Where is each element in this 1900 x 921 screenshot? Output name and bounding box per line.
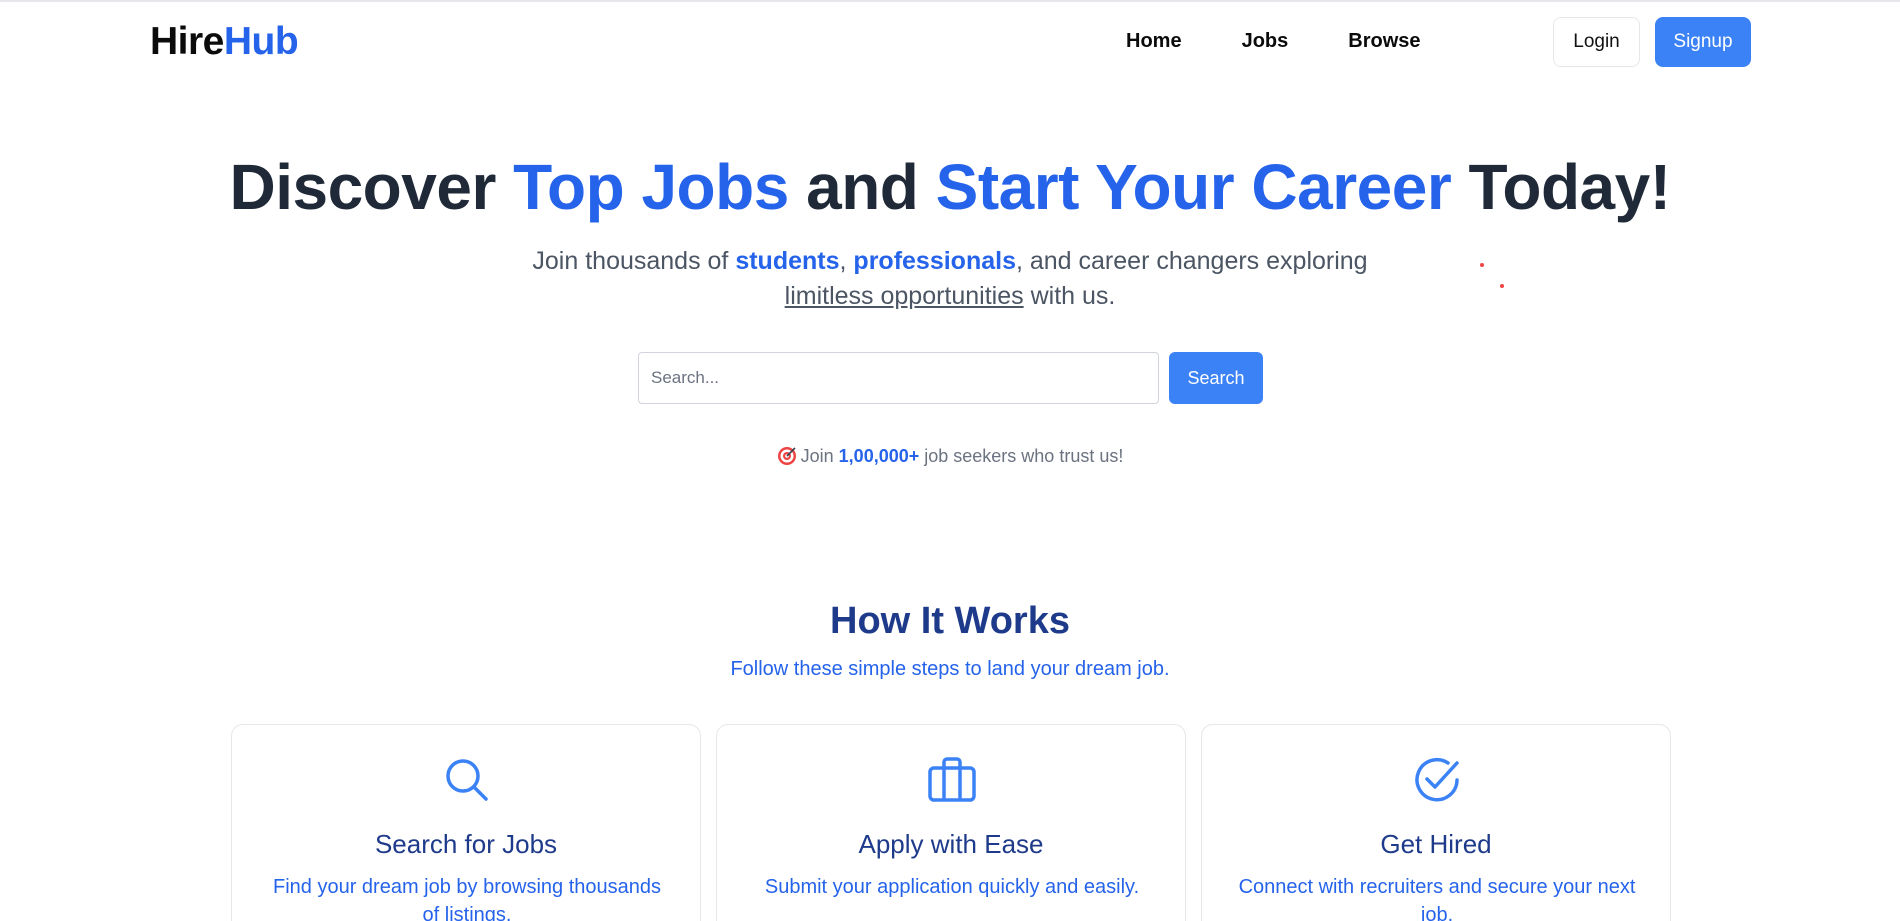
hero-sub-professionals: professionals (853, 247, 1016, 275)
check-circle-icon (1415, 757, 1459, 802)
signup-button[interactable]: Signup (1655, 17, 1751, 67)
login-button[interactable]: Login (1553, 17, 1640, 67)
search-icon (446, 759, 488, 801)
trust-line: Join 1,00,000+ job seekers who trust us! (0, 446, 1900, 467)
step-card-description: Submit your application quickly and easi… (764, 876, 1140, 898)
nav-links: Home Jobs Browse (1126, 30, 1421, 53)
hero-title-highlight-1: Top Jobs (513, 151, 789, 223)
navbar: HireHub Home Jobs Browse Login Signup (0, 2, 1900, 82)
search-bar: Search (638, 352, 1263, 404)
hero-subtitle: Join thousands of students, professional… (500, 244, 1400, 314)
hero-title-text-1: Discover (229, 151, 514, 223)
briefcase-icon (928, 757, 976, 802)
nav-link-browse[interactable]: Browse (1348, 30, 1420, 53)
how-it-works-title: How It Works (830, 600, 1070, 642)
how-it-works-subtitle: Follow these simple steps to land your d… (730, 658, 1170, 680)
search-input[interactable] (638, 352, 1159, 404)
trust-text-post: job seekers who trust us! (919, 446, 1124, 466)
step-card-hired: Get Hired Connect with recruiters and se… (1201, 724, 1671, 921)
hero-sub-text-3: with us. (1023, 282, 1116, 310)
hero-sub-limitless: limitless opportunities (784, 282, 1024, 310)
search-button[interactable]: Search (1169, 352, 1263, 404)
step-card-title: Apply with Ease (858, 829, 1044, 859)
brand-logo-part1: Hire (150, 20, 224, 63)
trust-count: 1,00,000+ (838, 446, 920, 466)
hero-title: Discover Top Jobs and Start Your Career … (0, 148, 1900, 226)
step-card-title: Get Hired (1380, 829, 1492, 859)
nav-link-home[interactable]: Home (1126, 30, 1182, 53)
step-card-description: Connect with recruiters and secure your … (1238, 876, 1636, 921)
decorative-dot (1480, 263, 1484, 267)
hero-sub-comma: , (839, 247, 854, 275)
hero-sub-students: students (735, 247, 840, 275)
step-card-title: Search for Jobs (374, 829, 558, 859)
hero-sub-text-1: Join thousands of (532, 247, 736, 275)
target-icon (777, 447, 796, 465)
step-card-description: Find your dream job by browsing thousand… (273, 876, 661, 921)
hero-title-text-3: Today! (1451, 151, 1672, 223)
step-card-search: Search for Jobs Find your dream job by b… (231, 724, 701, 921)
step-card-apply: Apply with Ease Submit your application … (716, 724, 1186, 921)
nav-link-jobs[interactable]: Jobs (1242, 30, 1289, 53)
brand-logo[interactable]: HireHub (150, 20, 299, 64)
trust-text-pre: Join (800, 446, 839, 466)
decorative-dot (1500, 284, 1504, 288)
brand-logo-part2: Hub (223, 20, 299, 63)
hero-title-text-2: and (788, 151, 936, 223)
hero-sub-text-2: , and career changers exploring (1015, 247, 1368, 275)
hero-title-highlight-2: Start Your Career (935, 151, 1452, 223)
